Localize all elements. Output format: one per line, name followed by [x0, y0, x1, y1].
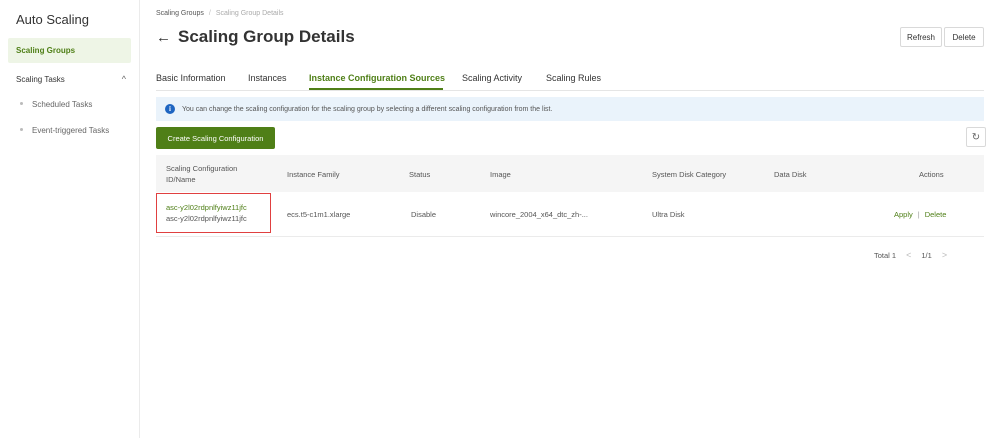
column-header-data-disk: Data Disk [774, 170, 807, 179]
delete-link[interactable]: Delete [925, 210, 947, 219]
sidebar-item-scheduled-tasks[interactable]: Scheduled Tasks [20, 100, 92, 109]
action-separator: | [917, 210, 920, 219]
info-icon: i [165, 104, 175, 114]
sidebar: Auto Scaling Scaling Groups Scaling Task… [0, 0, 140, 438]
chevron-right-icon[interactable]: > [942, 250, 947, 260]
actions-cell: Apply | Delete [894, 209, 946, 220]
create-scaling-configuration-button[interactable]: Create Scaling Configuration [156, 127, 275, 149]
breadcrumb-separator: / [208, 10, 211, 17]
info-banner-text: You can change the scaling configuration… [182, 105, 553, 113]
image-cell: wincore_2004_x64_dtc_zh-... [490, 210, 588, 219]
sidebar-group-scaling-tasks[interactable]: Scaling Tasks ^ [16, 74, 126, 84]
sidebar-item-scaling-groups[interactable]: Scaling Groups [8, 38, 131, 63]
table-row: asc-y2l02rdpnlfyiwz11jfc asc-y2l02rdpnlf… [156, 192, 984, 237]
breadcrumb-scaling-groups[interactable]: Scaling Groups [156, 10, 204, 17]
refresh-button[interactable]: Refresh [900, 27, 942, 47]
info-banner: i You can change the scaling configurati… [156, 97, 984, 121]
pagination-total: Total 1 [874, 250, 897, 260]
active-tab-indicator [309, 88, 443, 90]
config-name: asc-y2l02rdpnlfyiwz11jfc [166, 214, 247, 223]
tab-basic-information[interactable]: Basic Information [156, 73, 226, 83]
sidebar-title: Auto Scaling [16, 12, 89, 27]
bullet-icon [20, 128, 23, 132]
column-header-system-disk-category: System Disk Category [652, 170, 727, 179]
breadcrumb: Scaling Groups / Scaling Group Details [156, 10, 284, 17]
config-id-cell: asc-y2l02rdpnlfyiwz11jfc asc-y2l02rdpnlf… [166, 202, 247, 224]
column-header-line: Scaling Configuration [166, 164, 238, 173]
pagination: Total 1 < 1/1 > [874, 250, 957, 260]
tab-scaling-activity[interactable]: Scaling Activity [462, 73, 522, 83]
chevron-up-icon[interactable]: ^ [122, 74, 126, 84]
sidebar-item-label: Scheduled Tasks [32, 100, 93, 109]
instance-family-cell: ecs.t5-c1m1.xlarge [287, 210, 351, 219]
tab-bar: Basic Information Instances Instance Con… [156, 68, 984, 91]
chevron-left-icon[interactable]: < [906, 250, 911, 260]
sidebar-item-label: Scaling Groups [16, 46, 76, 55]
table-header: Scaling Configuration ID/Name Instance F… [156, 155, 984, 192]
bullet-icon [20, 102, 23, 106]
column-header-status: Status [409, 170, 431, 179]
back-arrow-icon[interactable]: ← [156, 29, 171, 46]
page-title-text: Scaling Group Details [178, 27, 355, 46]
config-id-link[interactable]: asc-y2l02rdpnlfyiwz11jfc [166, 202, 247, 213]
delete-button[interactable]: Delete [944, 27, 984, 47]
column-header-id-name: Scaling Configuration ID/Name [166, 163, 237, 185]
refresh-icon[interactable]: ↻ [966, 127, 986, 147]
page-title: ← Scaling Group Details [156, 27, 355, 47]
breadcrumb-current: Scaling Group Details [215, 10, 284, 17]
tab-scaling-rules[interactable]: Scaling Rules [546, 73, 601, 83]
tab-instances[interactable]: Instances [248, 73, 287, 83]
system-disk-cell: Ultra Disk [652, 210, 685, 219]
sidebar-item-label: Event-triggered Tasks [32, 126, 110, 135]
column-header-image: Image [490, 170, 511, 179]
sidebar-group-label: Scaling Tasks [16, 75, 65, 84]
column-header-instance-family: Instance Family [287, 170, 340, 179]
pagination-page: 1/1 [921, 250, 932, 260]
apply-link[interactable]: Apply [894, 210, 913, 219]
tab-instance-configuration-sources[interactable]: Instance Configuration Sources [309, 73, 445, 83]
status-cell: Disable [411, 210, 437, 219]
column-header-line: ID/Name [166, 175, 196, 184]
sidebar-item-event-triggered-tasks[interactable]: Event-triggered Tasks [20, 126, 109, 135]
column-header-actions: Actions [919, 170, 944, 179]
